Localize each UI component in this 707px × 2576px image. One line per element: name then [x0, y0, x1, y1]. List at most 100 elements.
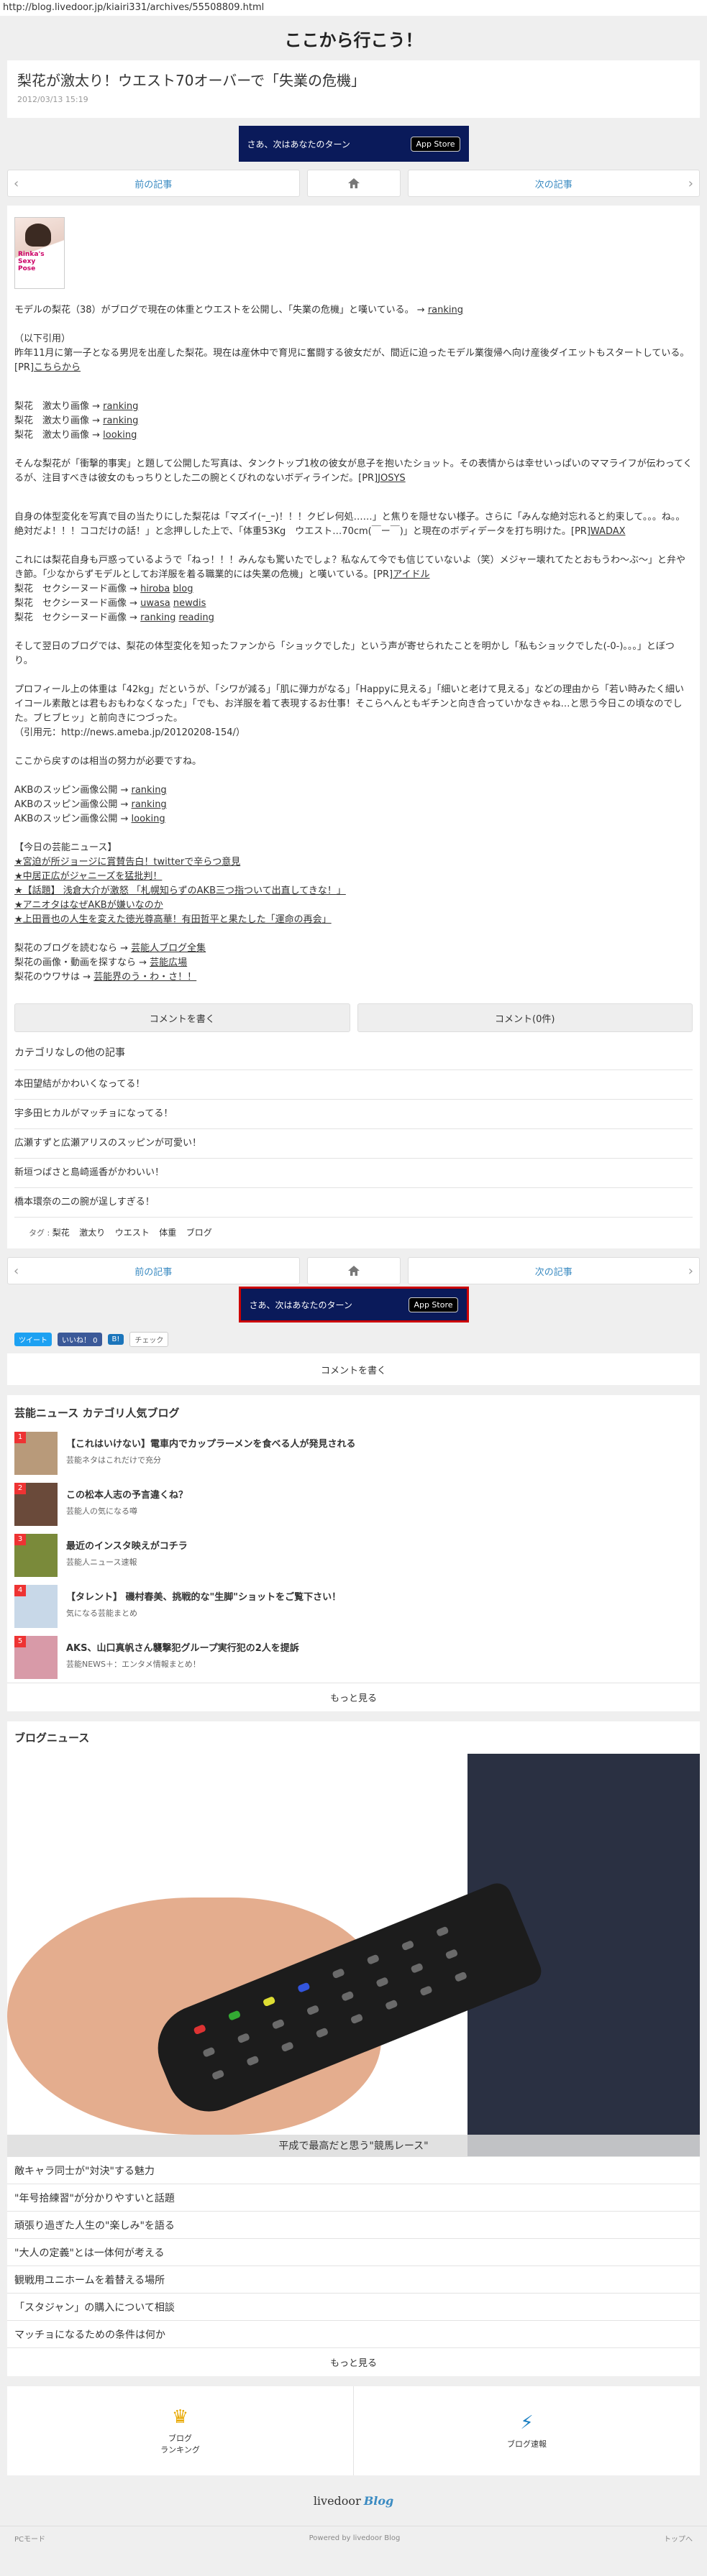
- address-bar[interactable]: http://blog.livedoor.jp/kiairi331/archiv…: [0, 0, 707, 16]
- prev-article-button[interactable]: ‹ 前の記事: [7, 1257, 300, 1284]
- other-article-item[interactable]: 広瀬すずと広瀬アリスのスッピンが可愛い！: [14, 1128, 693, 1158]
- tweet-button[interactable]: ツイート: [14, 1332, 52, 1346]
- popular-blog-source: 芸能人の気になる噂: [66, 1506, 137, 1516]
- paragraph-2: そんな梨花が「衝撃的事実」と題して公開した写真は、タンクトップ1枚の彼女が息子を…: [14, 459, 693, 484]
- extra-links: 梨花のブログを読むなら → 芸能人ブログ全集 梨花の画像・動画を探すなら → 芸…: [14, 943, 206, 983]
- blog-flash-link[interactable]: ⚡ ブログ速報: [354, 2386, 700, 2475]
- ranking-link[interactable]: ranking: [428, 305, 463, 316]
- blog-news-list: 敵キャラ同士が"対決"する魅力 "年号拾練習"が分かりやすいと話題 頑張り過ぎた…: [7, 2156, 700, 2347]
- related-link[interactable]: hiroba: [140, 584, 170, 594]
- thumbnail-caption: Rinka's Sexy Pose: [18, 251, 45, 272]
- livedoor-blog-logo[interactable]: livedoor Blog: [0, 2475, 707, 2526]
- extra-link[interactable]: 芸能広場: [150, 957, 187, 968]
- remote-button-dot: [435, 1926, 450, 1937]
- pr-link[interactable]: WADAX: [590, 526, 626, 537]
- popular-blog-title: 最近のインスタ映えがコチラ: [66, 1541, 188, 1552]
- akb-link[interactable]: ranking: [132, 799, 167, 810]
- blog-ranking-label-1: ブログ: [168, 2434, 192, 2443]
- related-link[interactable]: ranking: [140, 612, 175, 623]
- news-link[interactable]: ★アニオタはなぜAKBが嫌いなのか: [14, 900, 163, 911]
- home-button[interactable]: [306, 170, 401, 197]
- akb-links: AKBのスッピン画像公開 → ranking AKBのスッピン画像公開 → ra…: [14, 785, 167, 824]
- blog-news-item[interactable]: 「スタジャン」の購入について相談: [7, 2293, 700, 2320]
- back-to-top-link[interactable]: トップへ: [664, 2533, 693, 2544]
- popular-more-button[interactable]: もっと見る: [7, 1683, 700, 1711]
- ad-image[interactable]: さあ、次はあなたのターン App Store: [238, 1287, 469, 1322]
- check-button[interactable]: チェック: [129, 1331, 169, 1347]
- tag-item[interactable]: 梨花: [53, 1228, 70, 1238]
- hatena-bookmark-button[interactable]: B!: [107, 1333, 124, 1345]
- blog-news-item[interactable]: マッチョになるための条件は何か: [7, 2320, 700, 2347]
- extra-link[interactable]: 芸能界のう・わ・さ！！: [93, 972, 196, 983]
- tag-item[interactable]: ウエスト: [115, 1228, 150, 1238]
- ad-image[interactable]: さあ、次はあなたのターン App Store: [238, 126, 469, 162]
- chevron-left-icon: ‹: [14, 175, 19, 191]
- blog-title[interactable]: ここから行こう！: [285, 26, 423, 51]
- popular-blog-item[interactable]: 5 AKS、山口真帆さん襲撃犯グループ実行犯の2人を提訴 芸能NEWS＋：エンタメ…: [7, 1632, 700, 1683]
- related-link[interactable]: newdis: [173, 598, 206, 609]
- blog-news-item[interactable]: "年号拾練習"が分かりやすいと話題: [7, 2184, 700, 2211]
- blog-flash-label: ブログ速報: [507, 2439, 547, 2449]
- blog-news-hero[interactable]: 平成で最高だと思う"競馬レース": [7, 1754, 700, 2156]
- blog-ranking-link[interactable]: ♛ ブログ ランキング: [7, 2386, 354, 2475]
- pr-link[interactable]: アイドル: [393, 569, 429, 580]
- quote-block: （以下引用） 昨年11月に第一子となる男児を出産した梨花。現在は産休中で育児に奮…: [14, 334, 690, 373]
- remote-button-dot: [193, 2023, 207, 2036]
- popular-blog-title: この松本人志の予言違くね？: [66, 1490, 188, 1501]
- home-button[interactable]: [306, 1257, 401, 1284]
- prev-label: 前の記事: [134, 179, 173, 190]
- other-article-item[interactable]: 本田望結がかわいくなってる！: [14, 1070, 693, 1099]
- news-link[interactable]: ★上田晋也の人生を変えた徳光尊高華！有田哲平と果たした「運命の再会」: [14, 914, 332, 925]
- comment-count-button[interactable]: コメント(0件): [357, 1003, 693, 1032]
- popular-blog-item[interactable]: 1 【これはいけない】電車内でカップラーメンを食べる人が発見される 芸能ネタはこれ…: [7, 1427, 700, 1478]
- image-link[interactable]: ranking: [103, 401, 138, 412]
- prev-article-button[interactable]: ‹ 前の記事: [7, 170, 300, 197]
- akb-link[interactable]: ranking: [132, 785, 167, 796]
- image-link[interactable]: ranking: [103, 415, 138, 426]
- extra-link[interactable]: 芸能人ブログ全集: [131, 943, 206, 954]
- pc-mode-link[interactable]: PCモード: [14, 2533, 45, 2544]
- today-news-title: 【今日の芸能ニュース】: [14, 842, 117, 853]
- popular-blog-item[interactable]: 2 この松本人志の予言違くね？ 芸能人の気になる噂: [7, 1478, 700, 1530]
- tag-item[interactable]: 体重: [159, 1228, 176, 1238]
- tag-item[interactable]: 激太り: [79, 1228, 105, 1238]
- popular-blog-thumb: 5: [14, 1636, 58, 1679]
- popular-blog-item[interactable]: 4 【タレント】 磯村春美、挑戦的な"生脚"ショットをご覧下さい！ 気になる芸能ま…: [7, 1581, 700, 1632]
- blog-news-item[interactable]: 敵キャラ同士が"対決"する魅力: [7, 2156, 700, 2184]
- akb-link[interactable]: looking: [132, 814, 165, 824]
- next-article-button[interactable]: 次の記事 ›: [407, 170, 700, 197]
- remote-button-dot: [297, 1982, 311, 1993]
- news-link[interactable]: ★宮迫が所ジョージに賞賛告白！twitterで辛らつ意見: [14, 857, 240, 868]
- article-thumbnail[interactable]: Rinka's Sexy Pose: [14, 217, 65, 289]
- image-link[interactable]: looking: [103, 430, 137, 441]
- related-link[interactable]: reading: [179, 612, 214, 623]
- next-article-button[interactable]: 次の記事 ›: [407, 1257, 700, 1284]
- blog-news-item[interactable]: "大人の定義"とは一体何が考える: [7, 2238, 700, 2266]
- other-articles-title: カテゴリなしの他の記事: [14, 1047, 125, 1059]
- blog-news-more-button[interactable]: もっと見る: [7, 2347, 700, 2376]
- article-nav-bottom: ‹ 前の記事 次の記事 ›: [7, 1257, 700, 1284]
- facebook-like-button[interactable]: いいね！ 0: [58, 1332, 102, 1346]
- pr-link[interactable]: こちらから: [34, 362, 81, 373]
- remote-button-dot: [366, 1954, 380, 1965]
- related-link[interactable]: uwasa: [140, 598, 170, 609]
- other-article-item[interactable]: 橋本環奈の二の腕が逞しすぎる！: [14, 1187, 693, 1217]
- popular-blog-item[interactable]: 3 最近のインスタ映えがコチラ 芸能人ニュース速報: [7, 1530, 700, 1581]
- write-comment-bar[interactable]: コメントを書く: [7, 1353, 700, 1385]
- quote-head: （以下引用）: [14, 334, 71, 344]
- related-link[interactable]: blog: [173, 584, 193, 594]
- news-link[interactable]: ★【話題】 浅倉大介が激怒 「札幌知らずのAKB三つ指ついて出直してきな！」: [14, 886, 346, 896]
- pr-link[interactable]: JOSYS: [378, 473, 406, 484]
- other-article-item[interactable]: 宇多田ヒカルがマッチョになってる！: [14, 1099, 693, 1128]
- article-title-box: 梨花が激太り！ウエスト70オーバーで「失業の危機」 2012/03/13 15:…: [7, 60, 700, 118]
- news-link[interactable]: ★中居正広がジャニーズを猛批判！: [14, 871, 162, 882]
- popular-blog-source: 気になる芸能まとめ: [66, 1609, 137, 1618]
- blog-news-item[interactable]: 頑張り過ぎた人生の"楽しみ"を語る: [7, 2211, 700, 2238]
- other-article-item[interactable]: 新垣つばさと島崎遥香がかわいい！: [14, 1158, 693, 1187]
- blog-news-item[interactable]: 観戦用ユニホームを着替える場所: [7, 2266, 700, 2293]
- tag-item[interactable]: ブログ: [186, 1228, 212, 1238]
- app-store-badge: App Store: [411, 136, 460, 152]
- write-comment-button[interactable]: コメントを書く: [14, 1003, 350, 1032]
- remote-button-dot: [341, 1990, 355, 2002]
- popular-blogs: 芸能ニュース カテゴリ人気ブログ 1 【これはいけない】電車内でカップラーメンを…: [7, 1395, 700, 1711]
